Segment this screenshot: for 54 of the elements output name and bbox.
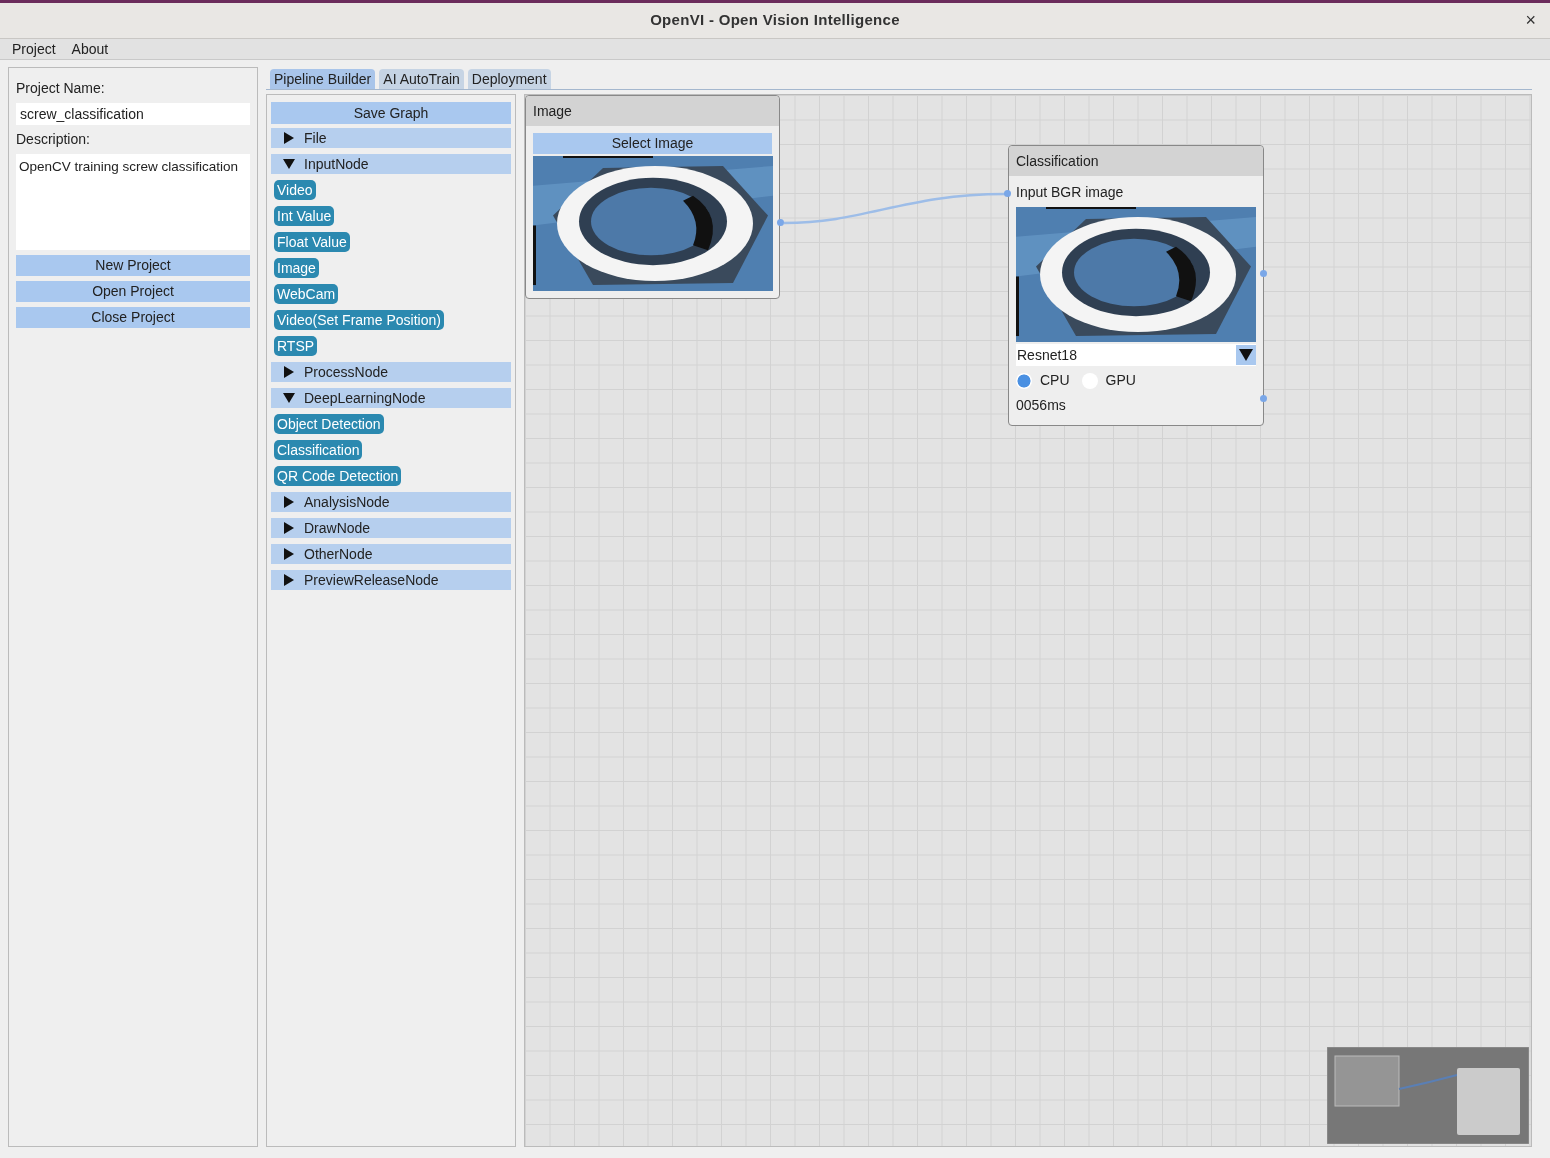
expanded-triangle-icon (283, 158, 295, 170)
radio-button[interactable] (1016, 372, 1032, 389)
collapsed-triangle-icon (283, 132, 295, 144)
node-chip[interactable]: RTSP (274, 336, 318, 356)
node-chip[interactable]: Int Value (274, 206, 335, 226)
node-title: Image (533, 101, 572, 121)
close-button[interactable]: × (1525, 11, 1536, 29)
radio-label: GPU (1105, 371, 1136, 390)
port-dot[interactable] (1260, 270, 1267, 277)
save-graph-button[interactable]: Save Graph (271, 102, 511, 124)
inference-time: 0056ms (1016, 396, 1067, 415)
project-button[interactable]: New Project (16, 255, 250, 276)
node-group-header[interactable]: DrawNode (271, 518, 511, 538)
node-chip[interactable]: Video (274, 180, 316, 200)
menu-item[interactable]: Project (4, 39, 64, 59)
node-chip[interactable]: Float Value (274, 232, 350, 252)
collapsed-triangle-icon (283, 574, 295, 586)
node-group-header[interactable]: OtherNode (271, 544, 511, 564)
collapsed-triangle-icon (283, 496, 295, 508)
node-chip[interactable]: Classification (274, 440, 363, 460)
node-chip[interactable]: Video(Set Frame Position) (274, 310, 444, 330)
tab[interactable]: AI AutoTrain (379, 69, 464, 89)
node-group-header[interactable]: File (271, 128, 511, 148)
field-label: Description: (16, 130, 91, 149)
node-chip[interactable]: Image (274, 258, 319, 278)
field-label: Project Name: (16, 79, 106, 98)
node-group-header[interactable]: ProcessNode (271, 362, 511, 382)
node-group-header[interactable]: PreviewReleaseNode (271, 570, 511, 590)
port-dot[interactable] (1004, 190, 1011, 197)
node-chip[interactable]: Object Detection (274, 414, 384, 434)
node-group-header[interactable]: DeepLearningNode (271, 388, 511, 408)
model-dropdown[interactable]: Resnet18 (1016, 344, 1256, 366)
node-chip[interactable]: WebCam (274, 284, 339, 304)
input-label: Input BGR image (1016, 183, 1125, 202)
description-field[interactable]: OpenCV training screw classification (16, 154, 250, 250)
collapsed-triangle-icon (283, 366, 295, 378)
expanded-triangle-icon (283, 392, 295, 404)
port-dot[interactable] (777, 219, 784, 226)
radio-label: CPU (1040, 371, 1070, 390)
node-chip[interactable]: QR Code Detection (274, 466, 402, 486)
node-group-header[interactable]: AnalysisNode (271, 492, 511, 512)
window-title: OpenVI - Open Vision Intelligence (650, 10, 900, 31)
project-button[interactable]: Open Project (16, 281, 250, 302)
menu-item[interactable]: About (63, 39, 117, 59)
node-group-header[interactable]: InputNode (271, 154, 511, 174)
project-button[interactable]: Close Project (16, 307, 250, 328)
node-title: Classification (1016, 151, 1099, 171)
select-image-button[interactable]: Select Image (533, 133, 772, 154)
port-dot[interactable] (1260, 395, 1267, 402)
tab[interactable]: Pipeline Builder (270, 69, 376, 89)
collapsed-triangle-icon (283, 522, 295, 534)
tab[interactable]: Deployment (467, 69, 551, 89)
project-name-field[interactable]: screw_classification (16, 103, 250, 125)
collapsed-triangle-icon (283, 548, 295, 560)
